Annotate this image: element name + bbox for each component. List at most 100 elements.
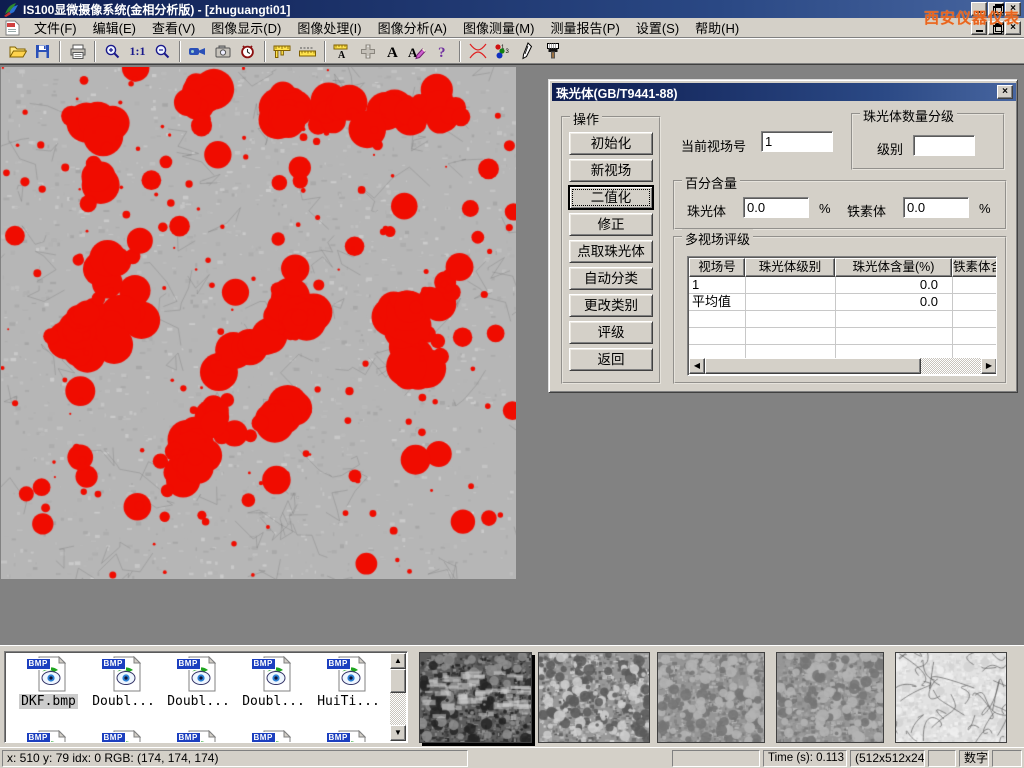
scroll-right-icon[interactable]: ▶: [981, 358, 997, 374]
file-list-scrollbar: ▲ ▼: [390, 653, 406, 741]
file-name[interactable]: DKF.bmp: [19, 694, 78, 709]
scroll-down-icon[interactable]: ▼: [390, 725, 406, 741]
pearlite-percent-unit: %: [819, 201, 831, 216]
capture-button[interactable]: [210, 40, 235, 63]
ruler-button[interactable]: [295, 40, 320, 63]
bmp-badge: BMP: [326, 658, 351, 670]
col-pearlite-grade[interactable]: 珠光体级别: [745, 258, 835, 277]
change-class-button[interactable]: 更改类别: [569, 294, 653, 317]
image-size-status: (512x512x24): [850, 750, 925, 767]
correct-button[interactable]: 修正: [569, 213, 653, 236]
file-item-doubl1[interactable]: BMP Doubl...: [86, 656, 161, 709]
pan-cross-button[interactable]: [355, 40, 380, 63]
bmp-badge: BMP: [251, 732, 276, 743]
metallographic-image[interactable]: [1, 67, 516, 579]
timer-button[interactable]: [235, 40, 260, 63]
menu-edit[interactable]: 编辑(E): [85, 16, 144, 39]
scrollbar-track[interactable]: [921, 358, 981, 374]
menu-image-analysis[interactable]: 图像分析(A): [370, 16, 455, 39]
menu-image-measure[interactable]: 图像测量(M): [455, 16, 543, 39]
brush-tool-button[interactable]: [540, 40, 565, 63]
scrollbar-thumb[interactable]: [390, 669, 406, 693]
bmp-badge: BMP: [176, 732, 201, 743]
level-input[interactable]: [913, 135, 975, 156]
row1-field[interactable]: 1: [692, 277, 742, 294]
pearlite-percent-input[interactable]: 0.0: [743, 197, 809, 218]
window-title: IS100显微摄像系统(金相分析版) - [zhuguangti01]: [23, 1, 290, 18]
thumbnail-5[interactable]: [895, 652, 1007, 743]
time-status: Time (s): 0.113: [763, 750, 847, 767]
file-name[interactable]: HuiTi...: [315, 694, 382, 709]
menu-help[interactable]: 帮助(H): [687, 16, 747, 39]
menu-measure-report[interactable]: 测量报告(P): [542, 16, 627, 39]
thumbnail-4[interactable]: [776, 652, 884, 743]
ferrite-percent-unit: %: [979, 201, 991, 216]
current-field-input[interactable]: 1: [761, 131, 833, 152]
rate-button[interactable]: 评级: [569, 321, 653, 344]
file-row-partial: BMP BMP BMP BMP BMP: [11, 730, 386, 743]
dialog-title-bar[interactable]: 珠光体(GB/T9441-88) ×: [552, 83, 1016, 101]
svg-text:?: ?: [438, 45, 446, 60]
new-field-button[interactable]: 新视场: [569, 159, 653, 182]
annotate-button[interactable]: A: [405, 40, 430, 63]
ferrite-label: 铁素体: [847, 201, 886, 220]
zoom-out-button[interactable]: [150, 40, 175, 63]
return-button[interactable]: 返回: [569, 348, 653, 371]
pearlite-dialog: 珠光体(GB/T9441-88) × 操作 初始化 新视场 二值化 修正 点取珠…: [548, 79, 1018, 393]
open-button[interactable]: [5, 40, 30, 63]
menu-image-processing[interactable]: 图像处理(I): [289, 16, 369, 39]
menu-settings[interactable]: 设置(S): [628, 16, 687, 39]
thumbnail-3[interactable]: [657, 652, 765, 743]
video-camera-button[interactable]: [185, 40, 210, 63]
file-item-doubl3[interactable]: BMP Doubl...: [236, 656, 311, 709]
scroll-up-icon[interactable]: ▲: [390, 653, 406, 669]
file-name[interactable]: Doubl...: [90, 694, 157, 709]
measure-text-button[interactable]: A: [330, 40, 355, 63]
caliper-button[interactable]: [270, 40, 295, 63]
menu-file[interactable]: 文件(F): [26, 16, 85, 39]
bmp-badge: BMP: [176, 658, 201, 670]
document-icon: [5, 20, 20, 36]
svg-text:A: A: [338, 50, 346, 60]
init-button[interactable]: 初始化: [569, 132, 653, 155]
scrollbar-thumb[interactable]: [705, 358, 921, 374]
classify-points-button[interactable]: 13: [490, 40, 515, 63]
workspace: 珠光体(GB/T9441-88) × 操作 初始化 新视场 二值化 修正 点取珠…: [0, 64, 1024, 645]
file-item-huiti[interactable]: BMP HuiTi...: [311, 656, 386, 709]
status-empty-3: [992, 750, 1022, 767]
help-button[interactable]: ?: [430, 40, 455, 63]
row1-pearlite-percent[interactable]: 0.0: [836, 277, 938, 294]
auto-classify-button[interactable]: 自动分类: [569, 267, 653, 290]
pick-pearlite-button[interactable]: 点取珠光体: [569, 240, 653, 263]
zoom-in-button[interactable]: [100, 40, 125, 63]
menu-view[interactable]: 查看(V): [144, 16, 203, 39]
ferrite-percent-input[interactable]: 0.0: [903, 197, 969, 218]
print-button[interactable]: [65, 40, 90, 63]
scrollbar-track[interactable]: [390, 693, 406, 725]
scroll-left-icon[interactable]: ◀: [689, 358, 705, 374]
toolbar-separator: [179, 41, 181, 62]
row2-pearlite-percent[interactable]: 0.0: [836, 294, 938, 311]
bmp-badge: BMP: [101, 732, 126, 743]
file-item-dkf[interactable]: BMP DKF.bmp: [11, 656, 86, 709]
dialog-close-icon[interactable]: ×: [997, 85, 1013, 99]
multiview-table-body: 1 0.0 平均值 0.0: [689, 277, 997, 360]
thumbnail-1[interactable]: [419, 652, 532, 743]
actual-size-button[interactable]: 1:1: [125, 40, 150, 63]
pen-tool-button[interactable]: [515, 40, 540, 63]
svg-text:3: 3: [506, 49, 510, 55]
file-item-doubl2[interactable]: BMP Doubl...: [161, 656, 236, 709]
col-field-number[interactable]: 视场号: [689, 258, 745, 277]
curve-tool-button[interactable]: [465, 40, 490, 63]
col-pearlite-percent[interactable]: 珠光体含量(%): [835, 258, 952, 277]
save-button[interactable]: [30, 40, 55, 63]
file-name[interactable]: Doubl...: [240, 694, 307, 709]
toolbar-separator: [264, 41, 266, 62]
menu-image-display[interactable]: 图像显示(D): [203, 16, 289, 39]
col-ferrite-percent[interactable]: 铁素体含量(%): [952, 258, 997, 277]
file-name[interactable]: Doubl...: [165, 694, 232, 709]
binarize-button[interactable]: 二值化: [569, 186, 653, 209]
text-button[interactable]: A: [380, 40, 405, 63]
thumbnail-2[interactable]: [538, 652, 650, 743]
row2-field[interactable]: 平均值: [692, 294, 742, 311]
